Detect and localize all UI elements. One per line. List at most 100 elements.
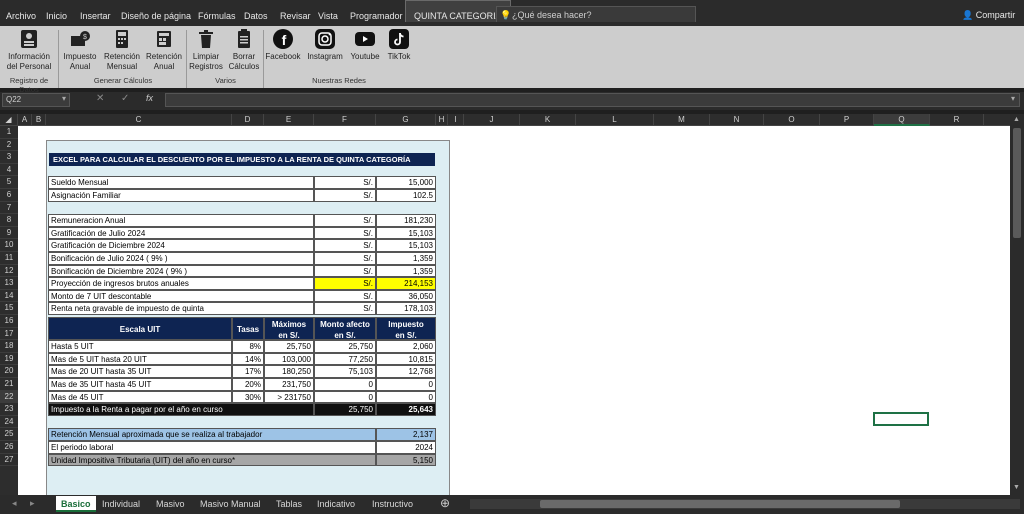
- row-header[interactable]: 12: [0, 265, 18, 278]
- income-value[interactable]: 214,153: [376, 277, 436, 290]
- income-value[interactable]: 1,359: [376, 252, 436, 265]
- vertical-scrollbar[interactable]: ▲ ▼: [1010, 114, 1024, 495]
- row-header[interactable]: 4: [0, 164, 18, 177]
- income-value[interactable]: 1,359: [376, 264, 436, 278]
- income-label[interactable]: Gratificación de Julio 2024: [48, 226, 314, 240]
- scale-impuesto[interactable]: 12,768: [376, 365, 436, 378]
- name-box[interactable]: Q22: [2, 93, 70, 107]
- income-value[interactable]: 178,103: [376, 302, 436, 315]
- income-label[interactable]: Proyección de ingresos brutos anuales: [48, 277, 314, 290]
- col-header-q[interactable]: Q: [874, 114, 930, 126]
- col-header-l[interactable]: L: [576, 114, 654, 126]
- scale-escala[interactable]: Hasta 5 UIT: [48, 340, 232, 353]
- summary-value[interactable]: 2,137: [376, 428, 436, 441]
- retencion-anual-button[interactable]: Retención Anual: [145, 28, 183, 72]
- formula-input[interactable]: [165, 93, 1020, 107]
- row-header[interactable]: 2: [0, 139, 18, 152]
- scale-impuesto[interactable]: 2,060: [376, 340, 436, 353]
- col-header-k[interactable]: K: [520, 114, 576, 126]
- row-header[interactable]: 20: [0, 365, 18, 378]
- row-header[interactable]: 27: [0, 454, 18, 467]
- income-value[interactable]: 36,050: [376, 289, 436, 303]
- tab-tablas[interactable]: Tablas: [271, 496, 307, 512]
- borrar-calculos-button[interactable]: Borrar Cálculos: [228, 28, 260, 72]
- input-value[interactable]: 102.5: [376, 189, 436, 202]
- row-header[interactable]: 6: [0, 189, 18, 202]
- scale-max[interactable]: 231,750: [264, 378, 314, 391]
- selected-cell-q22[interactable]: [873, 412, 929, 426]
- check-icon[interactable]: ✓: [121, 93, 129, 104]
- col-header-n[interactable]: N: [710, 114, 764, 126]
- currency-label[interactable]: S/.: [314, 176, 376, 189]
- youtube-button[interactable]: Youtube: [347, 28, 383, 62]
- row-header[interactable]: 25: [0, 428, 18, 441]
- add-sheet-icon[interactable]: ⊕: [440, 496, 450, 510]
- summary-label[interactable]: El periodo laboral: [48, 441, 376, 454]
- currency-label[interactable]: S/.: [314, 264, 376, 278]
- row-header[interactable]: 7: [0, 202, 18, 215]
- info-personal-button[interactable]: Información del Personal: [4, 28, 54, 72]
- retencion-mensual-button[interactable]: Retención Mensual: [102, 28, 142, 72]
- col-header-g[interactable]: G: [376, 114, 436, 126]
- tab-instructivo[interactable]: Instructivo: [367, 496, 418, 512]
- row-header[interactable]: 3: [0, 151, 18, 164]
- income-value[interactable]: 15,103: [376, 226, 436, 240]
- col-header-c[interactable]: C: [46, 114, 232, 126]
- summary-value[interactable]: 5,150: [376, 453, 436, 467]
- scale-max[interactable]: 103,000: [264, 352, 314, 366]
- tab-individual[interactable]: Individual: [97, 496, 145, 512]
- input-value[interactable]: 15,000: [376, 176, 436, 189]
- row-header[interactable]: 22: [0, 390, 18, 404]
- chevron-down-icon[interactable]: ▾: [62, 94, 66, 103]
- scale-max[interactable]: 25,750: [264, 340, 314, 353]
- tab-masivo-manual[interactable]: Masivo Manual: [195, 496, 266, 512]
- scale-total-impuesto[interactable]: 25,643: [376, 403, 436, 416]
- scroll-up-icon[interactable]: ▲: [1013, 116, 1020, 123]
- row-header[interactable]: 11: [0, 252, 18, 265]
- instagram-button[interactable]: Instagram: [306, 28, 344, 62]
- col-header-i[interactable]: I: [448, 114, 464, 126]
- row-header[interactable]: 10: [0, 239, 18, 252]
- scale-impuesto[interactable]: 10,815: [376, 352, 436, 366]
- scale-max[interactable]: > 231750: [264, 390, 314, 404]
- tab-indicativo[interactable]: Indicativo: [312, 496, 360, 512]
- summary-label[interactable]: Unidad Impositiva Tributaria (UIT) del a…: [48, 453, 376, 467]
- row-header[interactable]: 9: [0, 227, 18, 240]
- currency-label[interactable]: S/.: [314, 226, 376, 240]
- row-header[interactable]: 23: [0, 403, 18, 416]
- row-header[interactable]: 16: [0, 315, 18, 328]
- tab-next-icon[interactable]: ▸: [30, 498, 35, 509]
- row-header[interactable]: 24: [0, 416, 18, 429]
- scale-tasa[interactable]: 8%: [232, 340, 264, 353]
- row-header[interactable]: 1: [0, 126, 18, 139]
- scale-monto[interactable]: 0: [314, 390, 376, 404]
- expand-formula-icon[interactable]: ▾: [1011, 94, 1015, 103]
- col-header-h[interactable]: H: [436, 114, 448, 126]
- income-label[interactable]: Remuneracion Anual: [48, 214, 314, 227]
- row-header[interactable]: 14: [0, 290, 18, 303]
- row-header[interactable]: 8: [0, 214, 18, 227]
- input-label[interactable]: Asignación Familiar: [48, 189, 314, 202]
- scale-tasa[interactable]: 17%: [232, 365, 264, 378]
- scale-monto[interactable]: 25,750: [314, 340, 376, 353]
- income-label[interactable]: Renta neta gravable de impuesto de quint…: [48, 302, 314, 315]
- scroll-down-icon[interactable]: ▼: [1013, 484, 1020, 491]
- row-header[interactable]: 5: [0, 176, 18, 189]
- summary-label[interactable]: Retención Mensual aproximada que se real…: [48, 428, 376, 441]
- col-header-p[interactable]: P: [820, 114, 874, 126]
- currency-label[interactable]: S/.: [314, 252, 376, 265]
- scale-escala[interactable]: Mas de 20 UIT hasta 35 UIT: [48, 365, 232, 378]
- col-header-e[interactable]: E: [264, 114, 314, 126]
- scale-tasa[interactable]: 14%: [232, 352, 264, 366]
- col-header-j[interactable]: J: [464, 114, 520, 126]
- tab-prev-icon[interactable]: ◂: [12, 498, 17, 509]
- income-label[interactable]: Monto de 7 UIT descontable: [48, 289, 314, 303]
- income-value[interactable]: 181,230: [376, 214, 436, 227]
- facebook-button[interactable]: f Facebook: [264, 28, 302, 62]
- limpiar-registros-button[interactable]: Limpiar Registros: [188, 28, 224, 72]
- currency-label[interactable]: S/.: [314, 289, 376, 303]
- income-label[interactable]: Bonificación de Diciembre 2024 ( 9% ): [48, 264, 314, 278]
- row-header[interactable]: 17: [0, 328, 18, 341]
- currency-label[interactable]: S/.: [314, 239, 376, 252]
- col-header-b[interactable]: B: [32, 114, 46, 126]
